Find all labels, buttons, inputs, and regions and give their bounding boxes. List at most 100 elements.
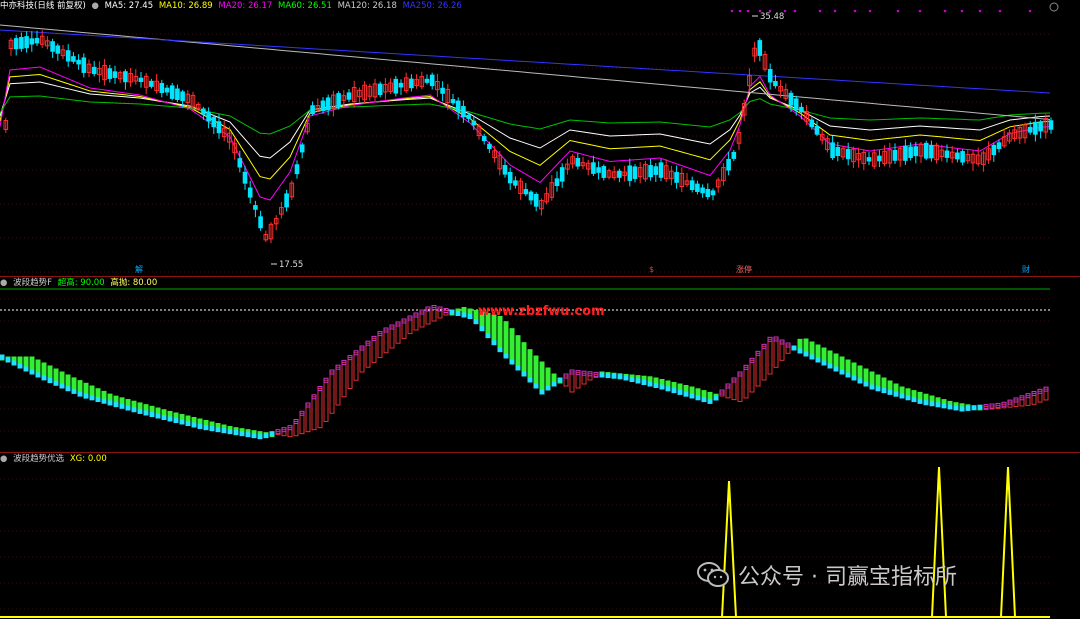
candle (710, 190, 716, 196)
indicator-dot (65, 386, 71, 392)
candle (648, 165, 653, 178)
candle (409, 78, 414, 89)
indicator-dot (701, 397, 707, 403)
candle (757, 40, 763, 56)
candle (533, 193, 539, 207)
event-dot (818, 9, 822, 13)
indicator-dot (149, 412, 155, 417)
signal-panel[interactable]: ● 波段趋势优选 XG: 0.00 公众号 · 司赢宝指标所 (0, 453, 1080, 619)
candle (929, 144, 934, 159)
event-dot (783, 9, 787, 13)
indicator-bar (1019, 397, 1025, 407)
event-mark-zhangting[interactable]: 涨停 (736, 264, 752, 274)
indicator-dot (143, 410, 149, 416)
indicator-bar (731, 379, 737, 401)
indicator-bar (509, 328, 515, 363)
indicator-dot (527, 377, 533, 383)
indicator-dot (155, 413, 161, 419)
indicator-dot (467, 314, 473, 319)
indicator-dot (881, 388, 887, 394)
indicator-bar (503, 321, 509, 357)
event-dot (768, 9, 772, 13)
candle (481, 136, 487, 142)
candle (689, 180, 695, 191)
indicator-bar (785, 344, 791, 354)
indicator-dot (53, 380, 59, 386)
candle (601, 166, 607, 178)
candle (429, 74, 435, 87)
candle (76, 59, 81, 65)
candle (502, 165, 508, 175)
indicator-bar (521, 342, 527, 375)
indicator-dot (119, 403, 125, 409)
candle (528, 191, 534, 201)
candle (507, 171, 513, 184)
indicator-bar (779, 341, 785, 361)
candlestick-chart[interactable]: 35.48 17.55 解 $ 涨停 财 (0, 0, 1080, 276)
indicator-dot (137, 408, 143, 414)
indicator-dot (41, 375, 47, 381)
indicator-dot (0, 354, 5, 360)
indicator-dot (617, 374, 623, 380)
indicator-dot (947, 404, 953, 410)
signal-spike-1 (721, 480, 737, 618)
candle (377, 83, 383, 95)
indicator-panel[interactable]: ● 波段趋势F 超高: 90.00 高抛: 80.00 www.zbzfwu.c… (0, 277, 1080, 452)
event-dot (738, 9, 742, 13)
indicator-bar (365, 342, 371, 368)
indicator-dot (623, 375, 629, 381)
indicator-bar (335, 366, 341, 406)
indicator-bar (347, 357, 353, 389)
indicator-dot (857, 378, 863, 384)
signal-chart[interactable] (0, 453, 1080, 619)
candle (201, 108, 206, 115)
scroll-handle-icon[interactable] (1049, 2, 1059, 12)
indicator-dot (131, 407, 137, 413)
event-mark-jie[interactable]: 解 (135, 264, 143, 274)
indicator-dot (35, 372, 41, 378)
price-panel[interactable]: 中亦科技(日线 前复权) ● MA5: 27.45 MA10: 26.89 MA… (0, 0, 1080, 276)
candle (731, 151, 737, 159)
indicator-dot (599, 372, 605, 378)
indicator-dot (899, 393, 905, 399)
site-watermark: www.zbzfwu.com (478, 304, 605, 319)
band-trend-chart[interactable]: www.zbzfwu.com (0, 277, 1080, 452)
candle (461, 106, 466, 118)
indicator-bar (389, 326, 395, 349)
candle (237, 158, 243, 168)
event-mark-dollar[interactable]: $ (649, 265, 654, 274)
indicator-dot (257, 434, 263, 440)
candle (658, 162, 664, 178)
indicator-dot (665, 386, 671, 392)
candle (91, 66, 97, 75)
candle (284, 193, 289, 208)
indicator-dot (695, 395, 701, 401)
indicator-dot (929, 401, 935, 407)
indicator-dot (71, 388, 77, 394)
candle (398, 82, 404, 88)
candle (695, 183, 700, 192)
event-dot (960, 9, 964, 13)
indicator-dot (59, 383, 65, 389)
candle (960, 151, 965, 163)
indicator-dot (203, 425, 209, 431)
indicator-bar (587, 373, 593, 381)
indicator-dot (893, 391, 899, 397)
indicator-dot (941, 403, 947, 409)
candle (310, 105, 315, 115)
candle (554, 178, 560, 187)
candle (107, 68, 113, 79)
candle (632, 166, 638, 179)
signal-spike-2 (931, 466, 947, 618)
indicator-dot (797, 348, 803, 354)
candle (923, 142, 929, 159)
candle (996, 142, 1002, 150)
indicator-dot (875, 386, 881, 392)
event-mark-cai[interactable]: 财 (1022, 264, 1030, 274)
indicator-dot (791, 345, 797, 351)
indicator-dot (95, 397, 101, 403)
candle (705, 188, 711, 198)
candle (299, 144, 305, 153)
indicator-dot (905, 395, 911, 401)
indicator-bar (1007, 401, 1013, 408)
